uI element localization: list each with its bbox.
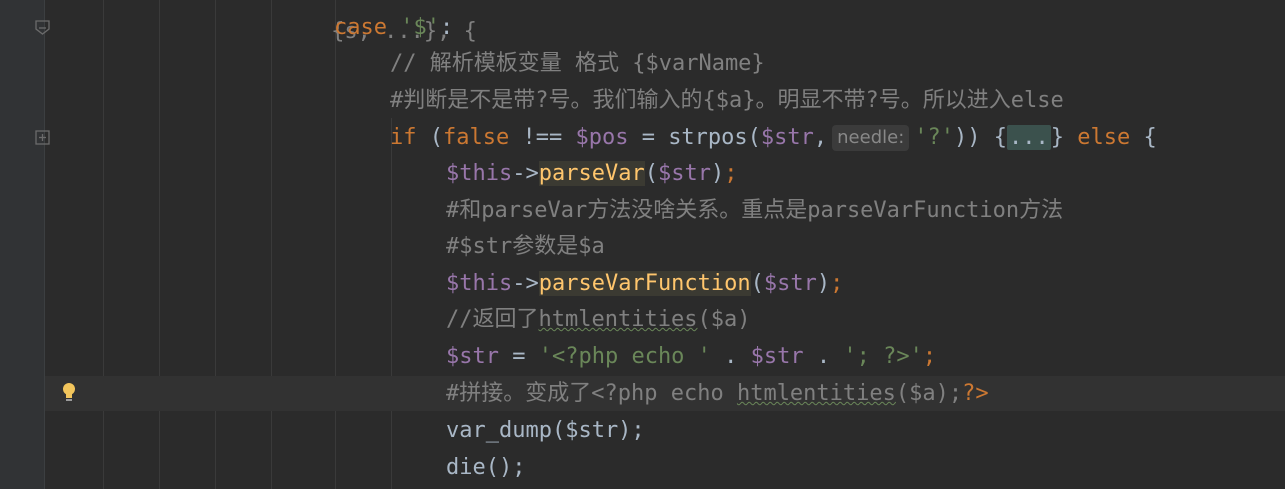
variable-this: $this: [446, 161, 513, 186]
keyword-false: false: [443, 125, 510, 150]
variable-this: $this: [446, 271, 513, 296]
indent-guide: [335, 0, 336, 489]
operator: !==: [509, 125, 576, 150]
operator: .: [710, 344, 751, 369]
punctuation: )) {: [954, 125, 1007, 150]
typo-warning: htmlentities: [736, 381, 896, 406]
code-line-if: if (false !== $pos = strpos($str, needle:…: [390, 120, 1157, 156]
parameter-hint: needle:: [832, 125, 910, 151]
semicolon: ;: [922, 344, 937, 369]
keyword-case: case: [334, 15, 387, 40]
typo-warning: htmlentities: [538, 307, 698, 332]
punctuation: }: [1050, 125, 1064, 150]
method-call: parseVar: [538, 161, 645, 186]
keyword-else: else: [1077, 125, 1131, 150]
code-line-parsevar: $this->parseVar($str);: [446, 156, 737, 192]
comment-line: //返回了htmlentities($a): [446, 302, 750, 338]
variable-str: $str: [763, 271, 817, 296]
operator: =: [498, 344, 539, 369]
gutter-separator: [44, 0, 45, 489]
code-line-parsevarfunction: $this->parseVarFunction($str);: [446, 266, 843, 302]
variable-str: $str: [760, 125, 814, 150]
comment-line: // 解析模板变量 格式 {$varName}: [390, 51, 765, 76]
variable-str: $str: [750, 344, 804, 369]
code-line-die: die();: [446, 455, 526, 480]
comment-line: #$str参数是$a: [446, 234, 605, 259]
comment-line-current: #拼接。变成了<?php echo htmlentities($a);?>: [446, 376, 989, 412]
punctuation: :: [439, 15, 454, 40]
operator: ->: [512, 271, 539, 296]
code-line-str-assign: $str = '<?php echo ' . $str . '; ?>';: [446, 339, 936, 375]
comment-text: ($a): [697, 307, 751, 332]
comment-text: #拼接。变成了<?php echo: [446, 381, 737, 406]
fold-expand-icon[interactable]: [35, 130, 50, 145]
comment-text: ($a);: [895, 381, 963, 406]
php-close-tag: ?>: [962, 381, 989, 406]
punctuation: (: [416, 125, 443, 150]
lightbulb-icon[interactable]: [60, 381, 78, 405]
operator: .: [803, 344, 844, 369]
function-call: = strpos(: [628, 125, 761, 150]
operator: ->: [512, 161, 539, 186]
string-literal: '$': [400, 15, 440, 40]
punctuation: ): [710, 161, 725, 186]
variable-pos: $pos: [575, 125, 629, 150]
code-line-case: case '$':: [334, 10, 453, 46]
string-literal: '; ?>': [843, 344, 923, 369]
indent-guide: [103, 0, 104, 489]
semicolon: ;: [724, 161, 738, 186]
punctuation: ,: [813, 125, 828, 150]
indent-guide: [215, 0, 216, 489]
comment-text: //返回了: [446, 307, 539, 332]
method-call: parseVarFunction: [538, 271, 751, 296]
indent-guide: [159, 0, 160, 489]
semicolon: ;: [830, 271, 844, 296]
variable-str: $str: [657, 161, 711, 186]
comment-line: #判断是不是带?号。我们输入的{$a}。明显不带?号。所以进入else: [390, 88, 1064, 113]
indent-guide: [391, 118, 392, 489]
string-literal: '<?php echo ': [538, 344, 711, 369]
indent-guide: [271, 0, 272, 489]
punctuation: (: [644, 161, 658, 186]
comment-line: #和parseVar方法没啥关系。重点是parseVarFunction方法: [446, 198, 1064, 223]
string-literal: '?': [914, 125, 955, 150]
code-line-var-dump: var_dump($str);: [446, 418, 645, 443]
variable-str: $str: [446, 344, 499, 369]
punctuation: ): [816, 271, 831, 296]
punctuation: {: [1130, 125, 1157, 150]
punctuation: (: [750, 271, 764, 296]
folded-region[interactable]: ...: [1007, 125, 1051, 150]
keyword-if: if: [390, 125, 417, 150]
